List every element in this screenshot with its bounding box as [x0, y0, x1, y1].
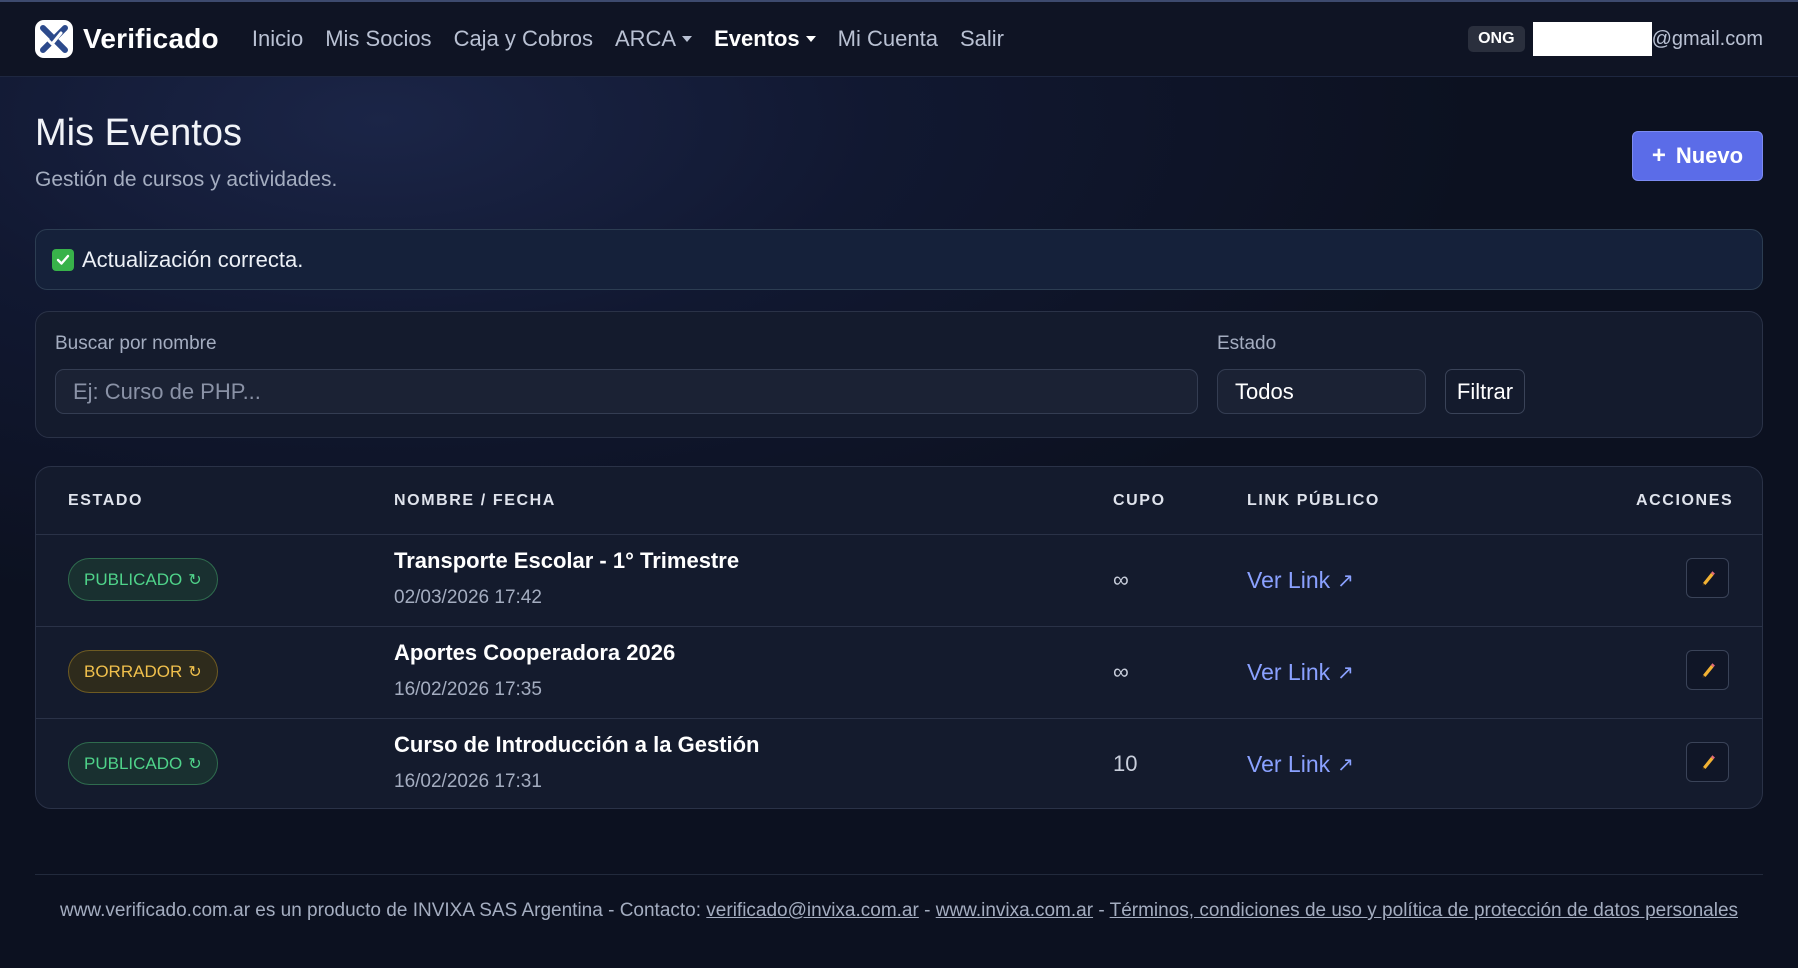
event-cupo: 10 [1113, 751, 1138, 776]
nav-mis-socios-label: Mis Socios [325, 26, 432, 51]
status-label: Estado [1217, 333, 1277, 354]
filter-button[interactable]: Filtrar [1445, 369, 1525, 414]
table-row: PUBLICADO ↻ Transporte Escolar - 1° Trim… [36, 534, 1762, 626]
nav-mis-socios[interactable]: Mis Socios [325, 26, 431, 52]
event-name: Curso de Introducción a la Gestión [394, 732, 760, 757]
caret-down-icon [682, 36, 693, 42]
org-type-badge: ONG [1468, 26, 1525, 52]
column-header-cupo: CUPO [1113, 492, 1166, 509]
plus-icon: + [1651, 142, 1666, 169]
status-badge-label: PUBLICADO [84, 569, 183, 589]
edit-button[interactable] [1686, 742, 1729, 782]
public-link[interactable]: Ver Link ↗ [1247, 535, 1354, 625]
status-select[interactable]: Todos [1217, 369, 1426, 414]
edit-button[interactable] [1686, 558, 1729, 598]
status-badge-label: BORRADOR [84, 661, 183, 681]
event-cupo: ∞ [1113, 567, 1129, 592]
footer-site-link[interactable]: www.invixa.com.ar [936, 900, 1093, 921]
nav-caja-y-cobros[interactable]: Caja y Cobros [454, 26, 593, 52]
event-cupo: ∞ [1113, 659, 1129, 684]
status-badge[interactable]: PUBLICADO ↻ [68, 742, 218, 785]
search-placeholder: Ej: Curso de PHP... [73, 378, 261, 404]
search-input[interactable]: Ej: Curso de PHP... [55, 369, 1198, 414]
top-navbar: Verificado Inicio Mis Socios Caja y Cobr… [0, 2, 1798, 77]
external-link-icon: ↗ [1337, 569, 1354, 592]
nav-inicio-label: Inicio [251, 26, 304, 51]
nav-eventos-label: Eventos [714, 26, 800, 51]
external-link-icon: ↗ [1337, 753, 1354, 776]
new-event-button-label: Nuevo [1675, 143, 1744, 168]
footer: www.verificado.com.ar es un producto de … [35, 897, 1763, 925]
refresh-icon: ↻ [188, 663, 202, 681]
alert-message: Actualización correcta. [82, 246, 304, 272]
external-link-icon: ↗ [1337, 661, 1354, 684]
user-email-suffix: @gmail.com [1651, 27, 1763, 50]
status-badge-label: PUBLICADO [84, 753, 183, 773]
nav-arca-dropdown[interactable]: ARCA [614, 26, 693, 52]
event-name: Aportes Cooperadora 2026 [394, 640, 676, 665]
column-header-estado: ESTADO [68, 492, 144, 509]
filter-button-label: Filtrar [1456, 378, 1514, 404]
footer-terms-link[interactable]: Términos, condiciones de uso y política … [1110, 900, 1738, 921]
status-badge[interactable]: BORRADOR ↻ [68, 650, 218, 693]
column-header-link-publico: LINK PÚBLICO [1247, 492, 1380, 509]
refresh-icon: ↻ [188, 571, 202, 589]
edit-button[interactable] [1686, 650, 1729, 690]
check-icon [52, 248, 74, 271]
brand[interactable]: Verificado [35, 20, 219, 58]
event-date: 16/02/2026 17:35 [394, 679, 542, 700]
pencil-icon [1701, 571, 1715, 586]
page-title: Mis Eventos [35, 112, 242, 154]
public-link-label: Ver Link [1247, 750, 1331, 777]
public-link[interactable]: Ver Link ↗ [1247, 627, 1354, 717]
redacted-email-block [1532, 22, 1652, 56]
status-badge[interactable]: PUBLICADO ↻ [68, 558, 218, 601]
nav-mi-cuenta[interactable]: Mi Cuenta [838, 26, 938, 52]
nav-salir[interactable]: Salir [960, 26, 1004, 52]
footer-contact-email-link[interactable]: verificado@invixa.com.ar [706, 900, 919, 921]
brand-logo-icon [35, 20, 73, 58]
event-date: 02/03/2026 17:42 [394, 587, 542, 608]
success-alert: Actualización correcta. [35, 229, 1763, 290]
refresh-icon: ↻ [188, 755, 202, 773]
new-event-button[interactable]: + Nuevo [1632, 131, 1763, 181]
filter-panel: Buscar por nombre Ej: Curso de PHP... Es… [35, 311, 1763, 438]
event-date: 16/02/2026 17:31 [394, 771, 542, 792]
event-name: Transporte Escolar - 1° Trimestre [394, 548, 740, 573]
footer-separator: - [918, 900, 936, 921]
nav-mi-cuenta-label: Mi Cuenta [837, 26, 938, 51]
column-header-nombre-fecha: NOMBRE / FECHA [394, 492, 556, 509]
footer-divider [35, 874, 1763, 875]
nav-caja-y-cobros-label: Caja y Cobros [453, 26, 593, 51]
table-row: BORRADOR ↻ Aportes Cooperadora 2026 16/0… [36, 626, 1762, 718]
status-select-value: Todos [1235, 378, 1294, 404]
brand-name: Verificado [83, 23, 219, 54]
page-subtitle: Gestión de cursos y actividades. [35, 168, 338, 191]
search-label: Buscar por nombre [55, 333, 217, 354]
user-info: ONG @gmail.com [1468, 22, 1763, 56]
nav-salir-label: Salir [959, 26, 1004, 51]
public-link-label: Ver Link [1247, 658, 1331, 685]
events-table: ESTADO NOMBRE / FECHA CUPO LINK PÚBLICO … [35, 466, 1763, 809]
column-header-acciones: ACCIONES [1636, 492, 1734, 509]
nav-inicio[interactable]: Inicio [252, 26, 303, 52]
footer-text: www.verificado.com.ar es un producto de … [59, 900, 707, 921]
pencil-icon [1701, 663, 1715, 678]
public-link-label: Ver Link [1247, 566, 1331, 593]
nav-eventos-dropdown[interactable]: Eventos [714, 26, 816, 52]
public-link[interactable]: Ver Link ↗ [1247, 719, 1354, 808]
nav-arca-label: ARCA [614, 26, 677, 51]
footer-separator: - [1093, 900, 1110, 921]
caret-down-icon [805, 36, 816, 42]
pencil-icon [1701, 755, 1715, 770]
table-row: PUBLICADO ↻ Curso de Introducción a la G… [36, 718, 1762, 808]
